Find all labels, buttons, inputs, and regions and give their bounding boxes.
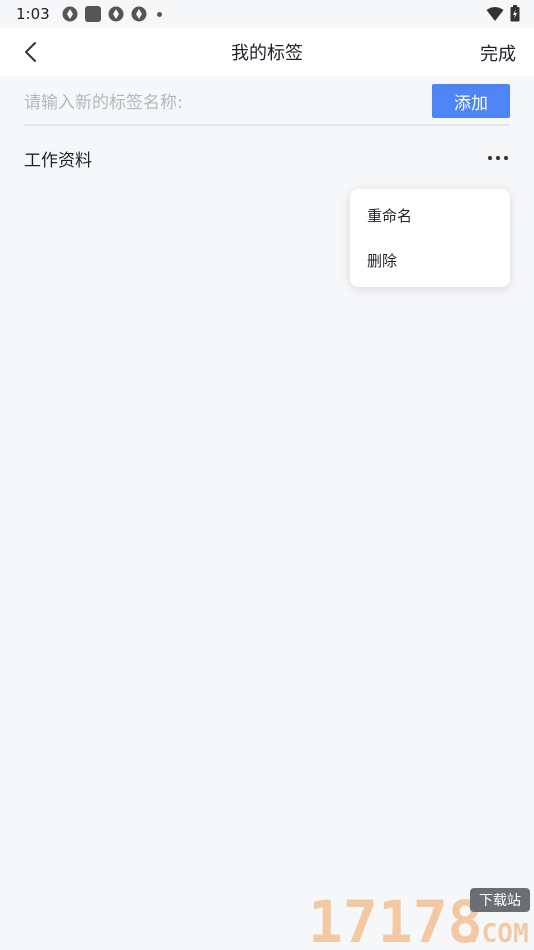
back-button[interactable] (16, 38, 44, 66)
add-tag-button[interactable]: 添加 (432, 84, 510, 118)
tag-list-item[interactable]: 工作资料 (24, 140, 510, 176)
tag-action-menu: 重命名 删除 (350, 189, 510, 287)
page-title: 我的标签 (231, 43, 303, 64)
menu-item-rename[interactable]: 重命名 (350, 193, 510, 238)
dot-icon (156, 11, 162, 17)
status-right (486, 5, 520, 22)
status-icons (62, 6, 162, 22)
status-time: 1:03 (16, 5, 50, 23)
aperture-icon (131, 6, 147, 22)
new-tag-input[interactable] (24, 86, 432, 120)
menu-item-delete[interactable]: 删除 (350, 238, 510, 283)
status-bar: 1:03 (0, 0, 534, 28)
watermark-number: 17178 (308, 888, 483, 948)
header-bar: 我的标签 完成 (0, 28, 534, 76)
square-notification-icon (84, 6, 101, 22)
done-button[interactable]: 完成 (480, 40, 516, 66)
aperture-icon (62, 6, 78, 22)
watermark-domain: .COM (466, 919, 529, 948)
watermark-logo: 17178 下载站 .COM (308, 888, 530, 948)
wifi-icon (486, 6, 504, 21)
more-dots-icon[interactable] (486, 148, 510, 168)
watermark-badge: 下载站 (479, 893, 521, 909)
screen: 1:03 我的标签 完成 请输入新的标签名称: 添加 工作资料 重命名 删除 1… (0, 0, 534, 950)
aperture-icon (108, 6, 124, 22)
chevron-left-icon (25, 42, 36, 62)
new-tag-input-row: 添加 (24, 82, 510, 126)
battery-icon (510, 5, 520, 22)
tag-label: 工作资料 (24, 150, 92, 171)
